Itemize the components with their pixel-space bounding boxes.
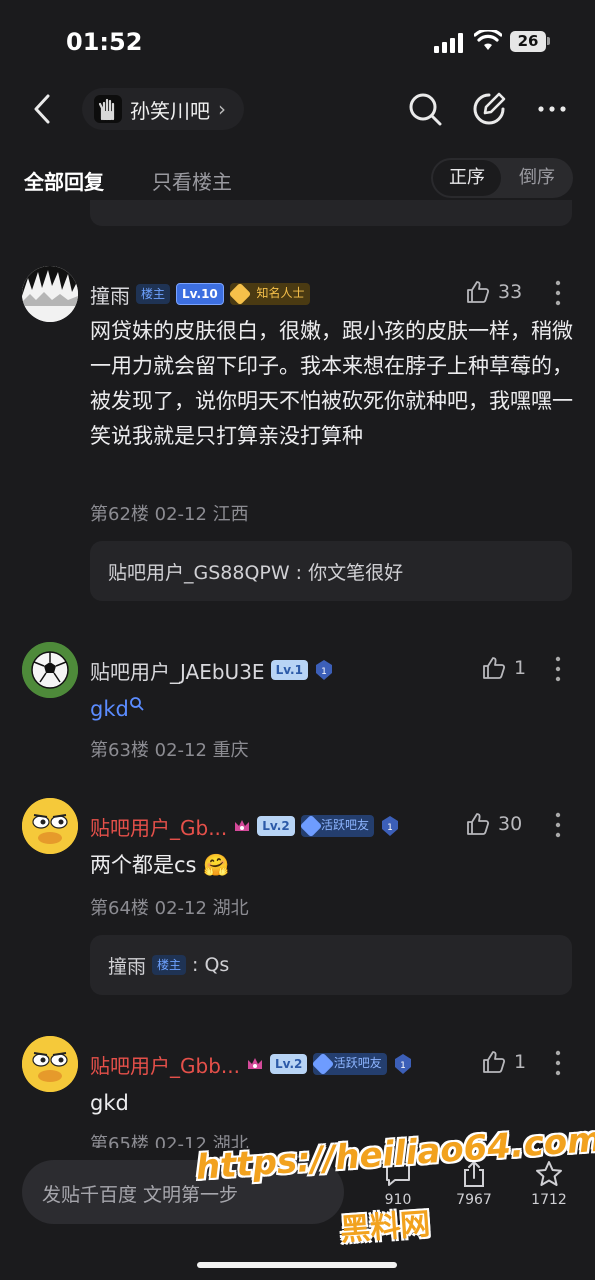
post-content: 两个都是cs 🤗 — [90, 848, 580, 883]
cellular-signal-icon — [434, 33, 463, 53]
avatar[interactable] — [22, 266, 78, 322]
owner-badge: 楼主 — [152, 955, 187, 975]
username[interactable]: 撞雨 — [90, 280, 130, 309]
username[interactable]: 贴吧用户_Gb... — [90, 812, 227, 841]
like-count: 33 — [498, 281, 523, 303]
fame-badge: 10知名人士 — [228, 282, 310, 305]
sort-toggle: 正序 倒序 — [431, 158, 573, 198]
level-badge: Lv.10 — [176, 283, 224, 305]
search-icon[interactable] — [408, 92, 442, 126]
like-button[interactable]: 33 — [466, 280, 522, 304]
forum-avatar-hand-icon — [94, 95, 122, 123]
member-shield-level: 1 — [400, 1061, 406, 1071]
forum-name: 孙笑川吧 — [130, 98, 210, 123]
vip-crown-icon — [235, 820, 250, 831]
sub-reply-author[interactable]: 撞雨 — [108, 952, 146, 979]
search-link-icon[interactable] — [129, 696, 145, 712]
like-count: 1 — [514, 657, 527, 679]
thumbs-up-icon — [483, 657, 506, 679]
member-shield-level: 1 — [321, 667, 327, 677]
tab-only-owner[interactable]: 只看楼主 — [152, 166, 232, 195]
favorite-button[interactable]: 1712 — [519, 1160, 579, 1208]
post-meta: 第62楼 02-12 江西 — [90, 504, 249, 525]
nav-bar: 孙笑川吧 › — [0, 84, 595, 134]
previous-reply-box — [90, 200, 572, 226]
wifi-icon — [474, 30, 502, 50]
avatar[interactable] — [22, 642, 78, 698]
active-member-badge: 4活跃吧友 — [312, 1052, 387, 1075]
level-badge: Lv.2 — [269, 1054, 308, 1074]
more-vertical-icon[interactable] — [550, 656, 566, 682]
status-time: 01:52 — [66, 28, 143, 56]
sub-reply-text: : Qs — [192, 954, 230, 976]
post-content: 网贷妹的皮肤很白，很嫩，跟小孩的皮肤一样，稍微一用力就会留下印子。我本来想在脖子… — [90, 319, 573, 448]
fame-badge-label: 知名人士 — [256, 286, 305, 300]
username[interactable]: 贴吧用户_Gbb... — [90, 1050, 240, 1079]
home-indicator[interactable] — [197, 1262, 397, 1268]
level-badge: Lv.2 — [257, 816, 295, 836]
favorite-count: 1712 — [531, 1192, 567, 1208]
thumbs-up-icon — [467, 813, 490, 835]
member-shield-icon: 1 — [394, 1054, 411, 1074]
thumbs-up-icon — [483, 1051, 506, 1073]
active-badge-label: 活跃吧友 — [333, 1056, 382, 1070]
more-vertical-icon[interactable] — [550, 812, 566, 838]
more-vertical-icon[interactable] — [550, 1050, 566, 1076]
username[interactable]: 贴吧用户_JAEbU3E — [90, 656, 265, 685]
post-meta: 第64楼 02-12 湖北 — [90, 898, 249, 919]
filter-bar: 全部回复 只看楼主 正序 倒序 — [0, 156, 595, 204]
like-count: 30 — [498, 813, 523, 835]
active-badge-label: 活跃吧友 — [321, 818, 370, 832]
member-shield-icon: 1 — [382, 816, 399, 836]
battery-tip — [547, 37, 550, 45]
sort-descending-button[interactable]: 倒序 — [503, 160, 571, 196]
post-text: 两个都是cs — [90, 853, 197, 877]
forum-title-button[interactable]: 孙笑川吧 › — [82, 88, 244, 130]
watermark-name: 黑料网 — [339, 1206, 432, 1249]
search-link-text[interactable]: gkd — [90, 697, 129, 721]
more-horizontal-icon[interactable] — [536, 92, 570, 126]
edit-post-icon[interactable] — [472, 92, 506, 126]
sub-reply[interactable]: 贴吧用户_GS88QPW: 你文笔很好 — [90, 541, 572, 601]
like-button[interactable]: 1 — [482, 1050, 526, 1074]
sub-reply[interactable]: 撞雨 楼主 : Qs — [90, 935, 572, 995]
like-button[interactable]: 1 — [482, 656, 526, 680]
like-button[interactable]: 30 — [466, 812, 522, 836]
active-member-badge: 4活跃吧友 — [299, 814, 375, 837]
share-count: 7967 — [456, 1192, 492, 1208]
vip-crown-icon — [247, 1058, 262, 1069]
sub-reply-author[interactable]: 贴吧用户_GS88QPW — [108, 558, 290, 585]
like-count: 1 — [514, 1051, 527, 1073]
owner-badge: 楼主 — [136, 284, 171, 304]
tab-all-replies[interactable]: 全部回复 — [24, 166, 104, 195]
hugging-face-emoji: 🤗 — [203, 853, 230, 877]
member-shield-icon: 1 — [315, 660, 332, 680]
star-icon — [536, 1161, 562, 1186]
member-shield-level: 1 — [387, 823, 393, 833]
avatar[interactable] — [22, 1036, 78, 1092]
chevron-right-icon: › — [218, 97, 226, 121]
post-content: gkd — [90, 1091, 129, 1115]
post-meta: 第63楼 02-12 重庆 — [90, 740, 249, 761]
thumbs-up-icon — [467, 281, 490, 303]
more-vertical-icon[interactable] — [550, 280, 566, 306]
back-arrow-icon[interactable] — [28, 92, 58, 126]
sub-reply-text: : 你文笔很好 — [295, 561, 404, 584]
battery-icon: 26 — [510, 31, 546, 52]
status-bar: 01:52 26 — [0, 0, 595, 80]
avatar[interactable] — [22, 798, 78, 854]
sort-ascending-button[interactable]: 正序 — [433, 160, 501, 196]
post-content: gkd — [90, 692, 580, 727]
level-badge: Lv.1 — [270, 660, 308, 680]
